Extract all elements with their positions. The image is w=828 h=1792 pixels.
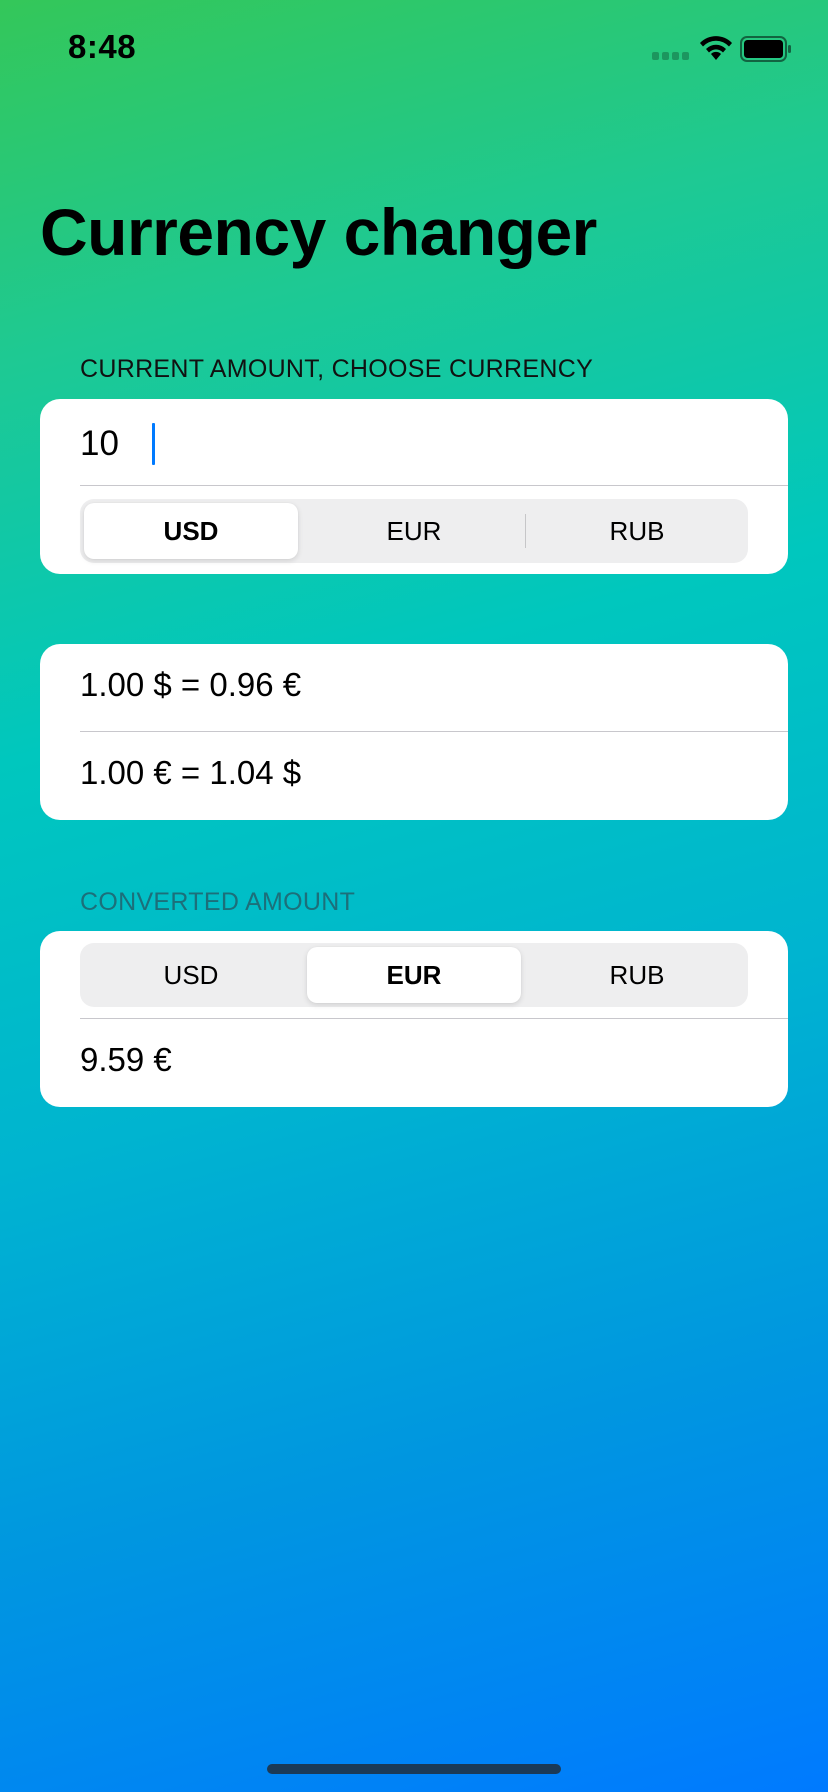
converted-amount-card: USD EUR RUB 9.59 € bbox=[40, 931, 788, 1107]
status-time: 8:48 bbox=[68, 28, 137, 65]
row-divider bbox=[80, 1018, 788, 1019]
home-indicator[interactable] bbox=[267, 1764, 561, 1774]
segment-separator bbox=[525, 958, 526, 992]
current-amount-header: CURRENT AMOUNT, CHOOSE CURRENCY bbox=[80, 355, 594, 383]
target-segment-eur[interactable]: EUR bbox=[307, 947, 521, 1003]
segment-separator bbox=[525, 514, 526, 548]
text-caret bbox=[152, 423, 155, 465]
rate-eur-to-usd: 1.00 € = 1.04 $ bbox=[80, 754, 302, 791]
row-divider bbox=[80, 485, 788, 486]
amount-input[interactable] bbox=[80, 417, 730, 471]
battery-icon bbox=[740, 36, 791, 62]
row-divider bbox=[80, 731, 788, 732]
converted-amount-header: CONVERTED AMOUNT bbox=[80, 888, 356, 916]
target-segment-usd[interactable]: USD bbox=[84, 947, 298, 1003]
source-currency-segmented-control: USD EUR RUB bbox=[80, 499, 748, 563]
segment-separator bbox=[302, 958, 303, 992]
target-currency-segmented-control: USD EUR RUB bbox=[80, 943, 748, 1007]
status-bar: 8:48 bbox=[0, 0, 828, 100]
segment-separator bbox=[302, 514, 303, 548]
exchange-rates-card: 1.00 $ = 0.96 € 1.00 € = 1.04 $ bbox=[40, 644, 788, 820]
source-segment-eur[interactable]: EUR bbox=[307, 503, 521, 559]
rate-usd-to-eur: 1.00 $ = 0.96 € bbox=[80, 666, 302, 703]
converted-result: 9.59 € bbox=[80, 1041, 172, 1078]
amount-input-card: USD EUR RUB bbox=[40, 399, 788, 574]
signal-icon bbox=[652, 52, 692, 60]
source-segment-rub[interactable]: RUB bbox=[530, 503, 744, 559]
wifi-icon bbox=[700, 36, 732, 60]
target-segment-rub[interactable]: RUB bbox=[530, 947, 744, 1003]
source-segment-usd[interactable]: USD bbox=[84, 503, 298, 559]
page-title: Currency changer bbox=[40, 195, 597, 269]
